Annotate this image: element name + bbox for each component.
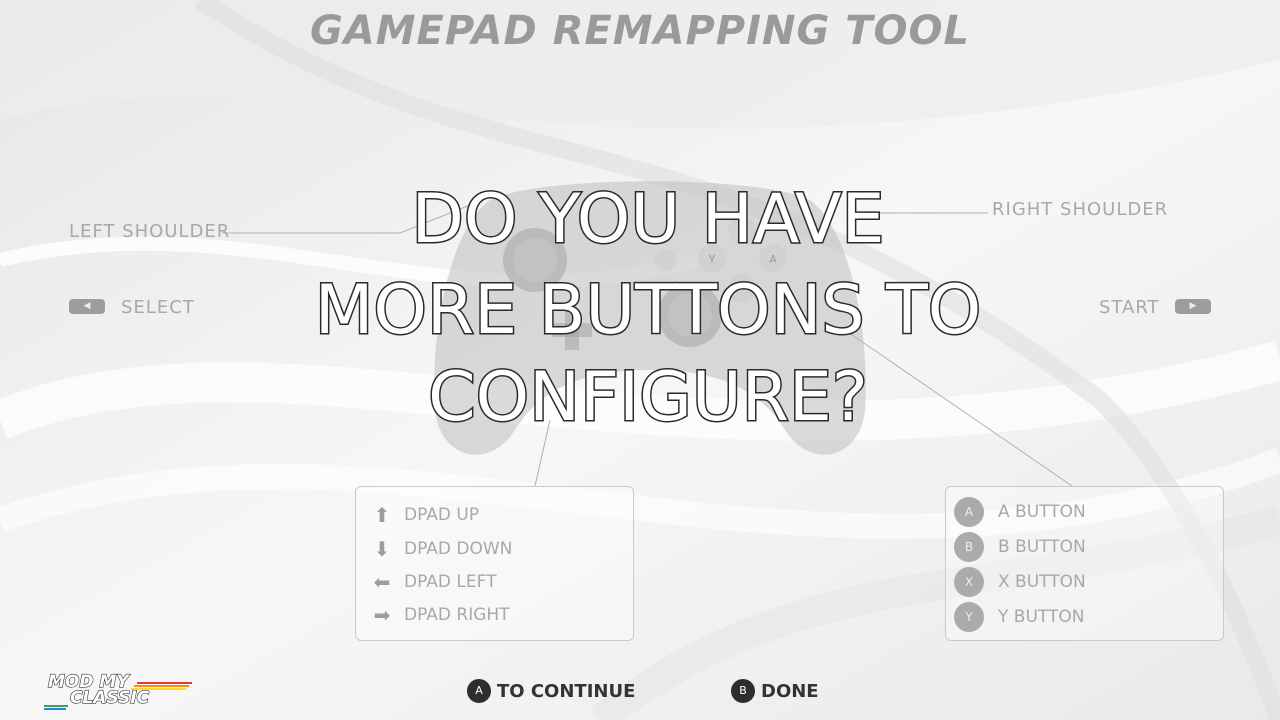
arrow-right-icon: ➡: [373, 603, 391, 627]
mod-my-classic-logo: MOD MY CLASSIC: [44, 671, 192, 710]
configure-prompt: DO YOU HAVE MORE BUTTONS TO CONFIGURE?: [313, 179, 983, 439]
prompt-line-1: DO YOU HAVE: [411, 180, 884, 259]
a-button-icon: A: [954, 497, 984, 527]
done-label: DONE: [761, 680, 819, 702]
dpad-left-label: DPAD LEFT: [404, 572, 497, 592]
x-button-row: X X BUTTON: [954, 567, 1086, 597]
dpad-down-row: ⬇ DPAD DOWN: [370, 537, 513, 561]
a-button-icon: A: [467, 679, 491, 703]
a-button-label: A BUTTON: [998, 502, 1086, 522]
dpad-left-row: ⬅ DPAD LEFT: [370, 570, 497, 594]
continue-action[interactable]: A TO CONTINUE: [467, 679, 635, 703]
b-button-icon: B: [954, 532, 984, 562]
done-action[interactable]: B DONE: [731, 679, 819, 703]
dpad-up-label: DPAD UP: [404, 505, 480, 525]
x-button-label: X BUTTON: [998, 572, 1086, 592]
dpad-up-row: ⬆ DPAD UP: [370, 503, 479, 527]
y-button-icon: Y: [954, 602, 984, 632]
y-button-label: Y BUTTON: [998, 607, 1085, 627]
b-button-row: B B BUTTON: [954, 532, 1086, 562]
prompt-line-3: CONFIGURE?: [428, 358, 868, 437]
continue-label: TO CONTINUE: [497, 680, 636, 702]
dpad-right-row: ➡ DPAD RIGHT: [370, 603, 510, 627]
a-button-row: A A BUTTON: [954, 497, 1086, 527]
logo-line-2: CLASSIC: [70, 688, 150, 708]
arrow-up-icon: ⬆: [373, 503, 391, 527]
b-button-label: B BUTTON: [998, 537, 1086, 557]
prompt-line-2: MORE BUTTONS TO: [315, 271, 982, 350]
arrow-down-icon: ⬇: [373, 537, 391, 561]
arrow-left-icon: ⬅: [373, 570, 391, 594]
y-button-row: Y Y BUTTON: [954, 602, 1084, 632]
page-title: GAMEPAD REMAPPING TOOL: [309, 8, 971, 54]
dpad-down-label: DPAD DOWN: [404, 539, 513, 559]
b-button-icon: B: [731, 679, 755, 703]
x-button-icon: X: [954, 567, 984, 597]
dpad-right-label: DPAD RIGHT: [404, 605, 510, 625]
